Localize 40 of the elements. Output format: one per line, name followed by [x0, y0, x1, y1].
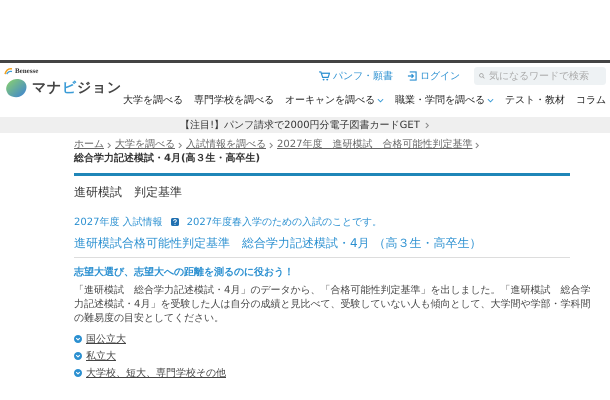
description-paragraph: 「進研模試 総合学力記述模試・4月」のデータから、「合格可能性判定基準」を出しました。「進研模試 総合学力記述模試・4月」を受験した人は自分の成績と見比べて、受験していない人も傾向として、大学間や学部・学科間の難易度の目安としてください。 — [74, 284, 592, 326]
breadcrumb-current: 総合学力記述模試・4月(高３生・高卒生) — [74, 153, 260, 165]
info-note: 2027年度春入学のための入試のことです。 — [186, 216, 382, 229]
chevron-icon — [424, 122, 430, 128]
chevron-circle-icon — [74, 352, 82, 360]
breadcrumb-separator-icon — [475, 142, 480, 148]
lead-text: 志望大選び、志望大への距離を測るのに役おう！ — [74, 266, 295, 279]
site-logo-text[interactable]: マナ ビジョン — [32, 79, 122, 97]
blob-logo-icon — [4, 78, 28, 98]
nav-item[interactable]: 大学を調べる — [123, 93, 183, 107]
nav-item[interactable]: 職業・学問を調べる — [395, 93, 494, 107]
caret-icon — [487, 98, 494, 102]
breadcrumb-link[interactable]: 入試情報を調べる — [186, 139, 266, 151]
nav-item[interactable]: テスト・教材 — [505, 93, 565, 107]
search-icon — [479, 72, 485, 80]
promo-banner[interactable]: 【注目!】パンフ請求で2000円分電子図書カードGET — [0, 117, 610, 133]
info-tag: 2027年度 入試情報 — [74, 215, 163, 229]
section-heading: 進研模試合格可能性判定基準 総合学力記述模試・4月 （高３生・高卒生） — [74, 235, 570, 258]
breadcrumb-link[interactable]: ホーム — [74, 139, 104, 151]
question-icon — [170, 218, 179, 226]
category-link[interactable]: 大学校、短大、専門学校その他 — [86, 366, 226, 380]
cart-icon — [319, 71, 330, 81]
login-icon — [407, 71, 417, 81]
breadcrumb-separator-icon — [269, 142, 274, 148]
breadcrumb-link[interactable]: 2027年度 進研模試 合格可能性判定基準 — [277, 139, 472, 151]
breadcrumb-separator-icon — [107, 142, 112, 148]
chevron-circle-icon — [74, 335, 82, 343]
breadcrumb-link[interactable]: 大学を調べる — [115, 139, 175, 151]
category-link[interactable]: 国公立大 — [86, 332, 126, 346]
nav-item[interactable]: コラム — [576, 93, 606, 107]
nav-item[interactable]: 専門学校を調べる — [194, 93, 274, 107]
nav-item[interactable]: オーキャンを調べる — [285, 93, 384, 107]
header-link[interactable]: パンフ・願書 — [319, 69, 393, 83]
search-field[interactable]: 気になるワードで検索 — [474, 67, 606, 85]
caret-icon — [377, 98, 384, 102]
chevron-circle-icon — [74, 369, 82, 377]
page-title: 進研模試 判定基準 — [74, 184, 183, 201]
category-link[interactable]: 私立大 — [86, 349, 116, 363]
breadcrumb-separator-icon — [178, 142, 183, 148]
header-link[interactable]: ログイン — [407, 69, 460, 83]
